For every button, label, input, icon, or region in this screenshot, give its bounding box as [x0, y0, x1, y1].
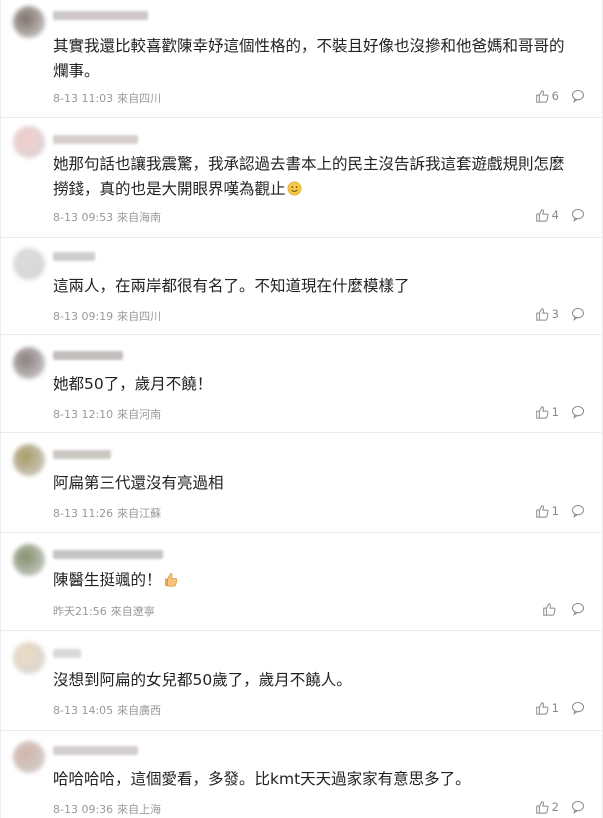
comment-text: 陳醫生挺颯的！	[53, 568, 573, 593]
username-redacted[interactable]	[53, 450, 111, 459]
comment-item: 沒想到阿扁的女兒都50歲了，歲月不饒人。 8-13 14:05 來自廣西 1	[1, 631, 602, 731]
like-count: 2	[551, 800, 559, 814]
comment-item: 她那句話也讓我震驚，我承認過去書本上的民主沒告訴我這套遊戲規則怎麼撈錢，真的也是…	[1, 118, 602, 238]
smile-emoji-icon	[287, 181, 301, 196]
comment-item: 這兩人，在兩岸都很有名了。不知道現在什麼模樣了 8-13 09:19 來自四川 3	[1, 238, 602, 335]
username-redacted[interactable]	[53, 135, 138, 144]
comment-text: 阿扁第三代還沒有亮過相	[53, 474, 224, 492]
comment-meta: 8-13 11:03 來自四川	[53, 90, 165, 106]
comment-location: 來自廣西	[117, 704, 162, 717]
thumbs-up-icon	[535, 702, 549, 715]
comment-time: 昨天21:56	[53, 605, 107, 618]
like-button[interactable]: 6	[535, 89, 559, 103]
like-button[interactable]: 4	[535, 208, 559, 222]
username-redacted[interactable]	[53, 252, 95, 261]
comment-meta: 8-13 09:36 來自上海	[53, 801, 165, 817]
like-button[interactable]: 1	[535, 504, 559, 518]
comment-location: 來自遼寧	[110, 605, 155, 618]
comment-time: 8-13 14:05	[53, 704, 114, 717]
comment-meta: 8-13 09:19 來自四川	[53, 308, 165, 324]
comment-item: 哈哈哈哈，這個愛看，多發。比kmt天天過家家有意思多了。 8-13 09:36 來…	[1, 731, 602, 818]
comment-location: 來自海南	[117, 211, 162, 224]
thumbs-up-icon	[543, 603, 556, 616]
like-count: 1	[551, 701, 559, 715]
comment-time: 8-13 11:26	[53, 507, 114, 520]
thumbs-up-icon	[535, 209, 549, 222]
comment-location: 來自四川	[117, 310, 162, 323]
username-redacted[interactable]	[53, 351, 123, 360]
comment-meta: 8-13 14:05 來自廣西	[53, 702, 165, 718]
comment-meta: 8-13 11:26 來自江蘇	[53, 505, 165, 521]
comment-time: 8-13 11:03	[53, 92, 114, 105]
user-avatar[interactable]	[13, 642, 45, 674]
comment-time: 8-13 09:36	[53, 803, 114, 816]
like-button[interactable]: 1	[535, 405, 559, 419]
username-redacted[interactable]	[53, 11, 148, 20]
comment-bubble-icon[interactable]	[571, 89, 585, 103]
thumbs-up-icon	[535, 90, 549, 103]
comment-item: 陳醫生挺颯的！ 昨天21:56 來自遼寧	[1, 533, 602, 631]
comment-bubble-icon[interactable]	[571, 208, 585, 222]
like-count: 4	[551, 208, 559, 222]
comment-item: 其實我還比較喜歡陳幸妤這個性格的，不裝且好像也沒摻和他爸媽和哥哥的爛事。 8-1…	[1, 0, 602, 118]
like-count: 3	[551, 307, 559, 321]
like-count: 1	[551, 504, 559, 518]
comment-item: 阿扁第三代還沒有亮過相 8-13 11:26 來自江蘇 1	[1, 433, 602, 533]
comment-text-body: 她那句話也讓我震驚，我承認過去書本上的民主沒告訴我這套遊戲規則怎麼撈錢，真的也是…	[53, 155, 565, 198]
user-avatar[interactable]	[13, 544, 45, 576]
comment-list: 其實我還比較喜歡陳幸妤這個性格的，不裝且好像也沒摻和他爸媽和哥哥的爛事。 8-1…	[0, 0, 603, 818]
thumbs-up-icon	[535, 801, 549, 814]
comment-bubble-icon[interactable]	[571, 701, 585, 715]
user-avatar[interactable]	[13, 248, 45, 280]
comment-meta: 8-13 09:53 來自海南	[53, 209, 165, 225]
like-count: 6	[551, 89, 559, 103]
comment-text: 這兩人，在兩岸都很有名了。不知道現在什麼模樣了	[53, 277, 410, 295]
comment-text: 她都50了，歲月不饒！	[53, 375, 213, 393]
thumbs-up-emoji-icon	[164, 573, 177, 587]
like-button[interactable]	[542, 602, 559, 616]
comment-location: 來自四川	[117, 92, 162, 105]
comment-time: 8-13 12:10	[53, 408, 114, 421]
user-avatar[interactable]	[13, 126, 45, 158]
comment-bubble-icon[interactable]	[571, 504, 585, 518]
comment-text-body: 陳醫生挺颯的！	[53, 571, 162, 589]
user-avatar[interactable]	[13, 741, 45, 773]
comment-location: 來自上海	[117, 803, 162, 816]
thumbs-up-icon	[535, 308, 549, 321]
username-redacted[interactable]	[53, 550, 163, 559]
like-count: 1	[551, 405, 559, 419]
comment-bubble-icon[interactable]	[571, 405, 585, 419]
comment-bubble-icon[interactable]	[571, 800, 585, 814]
like-button[interactable]: 1	[535, 701, 559, 715]
comment-meta: 昨天21:56 來自遼寧	[53, 603, 159, 619]
user-avatar[interactable]	[13, 347, 45, 379]
comment-text: 哈哈哈哈，這個愛看，多發。比kmt天天過家家有意思多了。	[53, 770, 471, 788]
comment-bubble-icon[interactable]	[571, 602, 585, 616]
like-button[interactable]: 3	[535, 307, 559, 321]
username-redacted[interactable]	[53, 746, 138, 755]
username-redacted[interactable]	[53, 649, 81, 658]
user-avatar[interactable]	[13, 6, 45, 38]
comment-text: 沒想到阿扁的女兒都50歲了，歲月不饒人。	[53, 671, 352, 689]
comment-location: 來自河南	[117, 408, 162, 421]
user-avatar[interactable]	[13, 444, 45, 476]
comment-location: 來自江蘇	[117, 507, 162, 520]
comment-text: 其實我還比較喜歡陳幸妤這個性格的，不裝且好像也沒摻和他爸媽和哥哥的爛事。	[53, 37, 565, 80]
thumbs-up-icon	[535, 505, 549, 518]
comment-meta: 8-13 12:10 來自河南	[53, 406, 165, 422]
thumbs-up-icon	[535, 406, 549, 419]
comment-item: 她都50了，歲月不饒！ 8-13 12:10 來自河南 1	[1, 335, 602, 433]
comment-bubble-icon[interactable]	[571, 307, 585, 321]
comment-time: 8-13 09:19	[53, 310, 114, 323]
comment-text: 她那句話也讓我震驚，我承認過去書本上的民主沒告訴我這套遊戲規則怎麼撈錢，真的也是…	[53, 152, 573, 202]
like-button[interactable]: 2	[535, 800, 559, 814]
comment-time: 8-13 09:53	[53, 211, 114, 224]
